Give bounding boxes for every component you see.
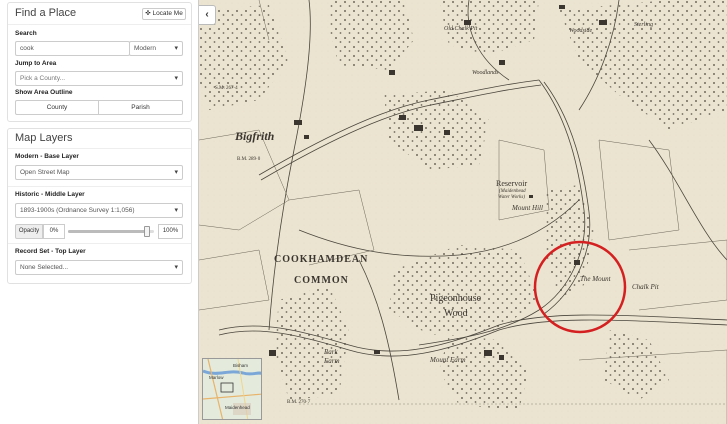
county-select[interactable]: Pick a County... xyxy=(15,71,183,86)
opacity-label: Opacity xyxy=(15,224,43,239)
historic-layer-value: 1893-1900s (Ordnance Survey 1:1,056) xyxy=(20,207,135,214)
label-sterling: Sterling xyxy=(634,22,653,28)
label-cookhamdean: COOKHAMDEAN xyxy=(274,254,369,265)
opacity-max-label: 100% xyxy=(158,224,183,239)
label-benchmark-3: B.M. 270·7 xyxy=(287,400,311,405)
search-mode-select[interactable]: Modern xyxy=(129,41,183,56)
find-place-title: Find a Place xyxy=(15,7,77,19)
find-place-panel: Find a Place ✜ Locate Me Search cook Mod… xyxy=(7,2,192,122)
minimap-label-bisham: Bisham xyxy=(233,363,249,368)
record-set-select[interactable]: None Selected... xyxy=(15,260,183,275)
label-bigfrith: Bigfrith xyxy=(235,129,275,143)
label-mount-hill: Mount Hill xyxy=(512,204,543,212)
chevron-left-icon: ‹ xyxy=(205,9,209,20)
opacity-slider-handle[interactable] xyxy=(144,226,151,237)
base-layer-select[interactable]: Open Street Map xyxy=(15,165,183,180)
map-layers-title: Map Layers xyxy=(15,132,73,144)
record-set-label: Record Set - Top Layer xyxy=(15,248,86,255)
outline-county-button[interactable]: County xyxy=(15,100,99,115)
label-reservoir: Reservoir xyxy=(496,179,528,188)
historic-map-view[interactable]: Bigfrith COOKHAMDEAN COMMON Pigeonhouse … xyxy=(199,0,727,424)
search-input[interactable]: cook xyxy=(15,41,130,56)
minimap-label-marlow: Marlow xyxy=(209,375,224,380)
overview-minimap[interactable]: Marlow Bisham Maidenhead xyxy=(202,358,262,420)
label-wood: Wood xyxy=(444,308,468,319)
locate-me-button[interactable]: ✜ Locate Me xyxy=(142,8,186,20)
jump-to-area-label: Jump to Area xyxy=(15,60,57,67)
minimap-drawing xyxy=(203,359,261,419)
show-area-outline-label: Show Area Outline xyxy=(15,89,73,96)
historic-layer-select[interactable]: 1893-1900s (Ordnance Survey 1:1,056) xyxy=(15,203,183,218)
label-park-farm: Farm xyxy=(324,357,340,365)
opacity-slider[interactable] xyxy=(68,226,154,237)
search-mode-value: Modern xyxy=(134,45,157,52)
label-woodlands: Woodlands xyxy=(472,70,499,76)
base-layer-value: Open Street Map xyxy=(20,169,70,176)
crosshair-icon: ✜ xyxy=(145,10,151,17)
label-the-mount: The Mount xyxy=(580,275,611,283)
search-label: Search xyxy=(15,30,37,37)
base-layer-divider xyxy=(8,186,191,187)
opacity-slider-fill xyxy=(68,230,148,233)
find-place-divider xyxy=(8,24,191,25)
historic-layer-divider xyxy=(8,243,191,244)
label-woodside: Woodside xyxy=(569,28,593,34)
locate-me-label: Locate Me xyxy=(152,10,183,17)
label-reservoir-sub1: (Maidenhead xyxy=(499,189,526,194)
label-old-chalk-pit: Old Chalk Pit xyxy=(444,26,478,32)
label-reservoir-sub2: Water Works) xyxy=(498,195,525,200)
label-pigeonhouse: Pigeonhouse xyxy=(430,293,482,304)
label-benchmark-1: B.M. 289·0 xyxy=(237,157,261,162)
collapse-sidebar-button[interactable]: ‹ xyxy=(199,5,216,25)
label-park: Park xyxy=(324,348,338,356)
outline-parish-button[interactable]: Parish xyxy=(98,100,183,115)
county-select-placeholder: Pick a County... xyxy=(20,75,66,82)
label-chalk-pit: Chalk Pit xyxy=(632,283,659,291)
opacity-min-label: 0% xyxy=(43,224,65,239)
label-common: COMMON xyxy=(294,275,349,286)
map-layers-panel: Map Layers Modern - Base Layer Open Stre… xyxy=(7,128,192,284)
sidebar: Find a Place ✜ Locate Me Search cook Mod… xyxy=(0,0,199,424)
map-layers-divider xyxy=(8,148,191,149)
historic-layer-label: Historic - Middle Layer xyxy=(15,191,85,198)
minimap-label-maidenhead: Maidenhead xyxy=(225,405,250,410)
record-set-value: None Selected... xyxy=(20,264,69,271)
base-layer-label: Modern - Base Layer xyxy=(15,153,79,160)
label-benchmark-2: S.M. 267·4 xyxy=(215,86,238,91)
label-mount-farm: Mount Farm xyxy=(430,356,466,364)
